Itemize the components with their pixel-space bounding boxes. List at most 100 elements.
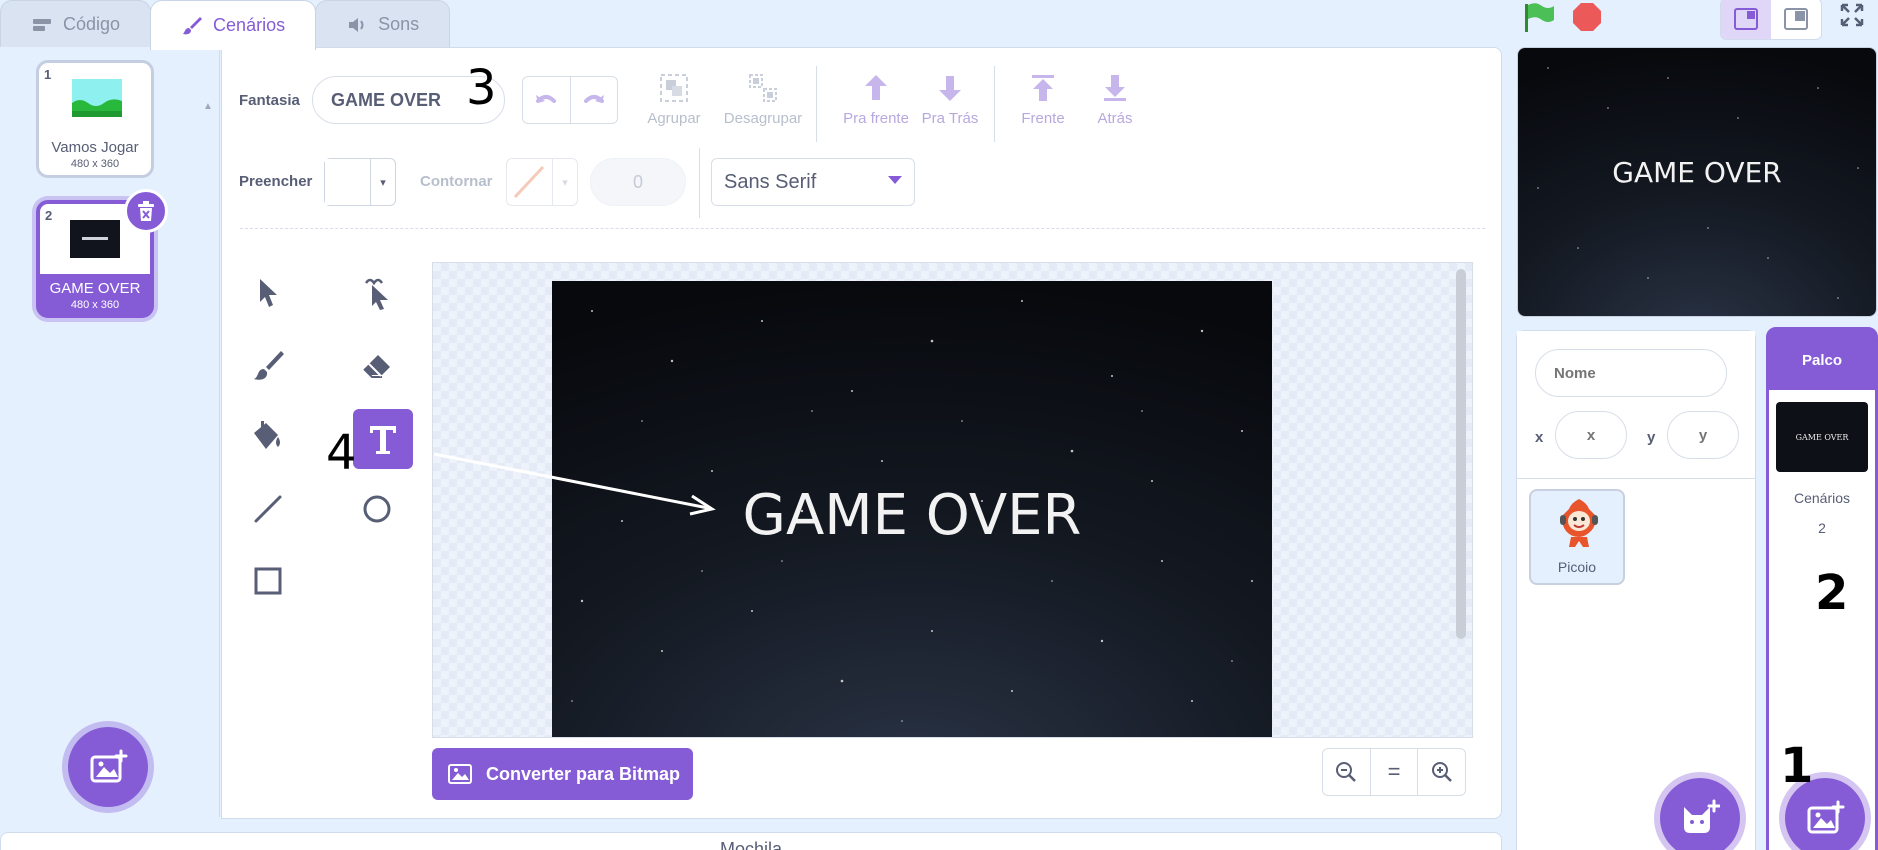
x-position-input[interactable] [1555, 411, 1627, 459]
backward-label: Pra Trás [921, 110, 979, 127]
stop-icon[interactable] [1572, 2, 1602, 32]
zoom-out-button[interactable] [1323, 749, 1370, 795]
sprite-name-input[interactable] [1535, 349, 1727, 397]
y-label: y [1647, 429, 1656, 446]
add-sprite-button[interactable] [1660, 778, 1740, 850]
fullscreen-icon[interactable] [1839, 2, 1865, 28]
backdrop-size: 480 x 360 [70, 299, 120, 311]
no-color-swatch [507, 159, 553, 205]
undo-icon [536, 95, 557, 103]
undo-button[interactable] [523, 77, 570, 123]
dropdown-arrow-icon: ▾ [380, 176, 386, 189]
arrow-up-icon [865, 75, 887, 100]
backdrop-thumbnail [72, 79, 122, 117]
rectangle-icon [254, 567, 282, 595]
sprite-info-panel: x y Picoio [1516, 330, 1756, 850]
backdrops-label: Cenários [1793, 490, 1851, 506]
green-flag-icon[interactable] [1522, 2, 1556, 32]
text-t-icon [370, 426, 396, 454]
front-button[interactable]: Frente [1003, 72, 1083, 127]
convert-to-bitmap-button[interactable]: Converter para Bitmap [432, 748, 693, 800]
tab-sounds[interactable]: Sons [315, 0, 451, 48]
costume-name-label: Fantasia [239, 92, 300, 109]
no-color-icon [513, 165, 545, 199]
code-icon [33, 18, 51, 31]
backward-button[interactable]: Pra Trás [910, 72, 990, 127]
circle-tool[interactable] [346, 478, 408, 540]
sprite-item-picoio[interactable]: Picoio [1529, 489, 1625, 585]
backdrop-name: Vamos Jogar [51, 139, 139, 156]
line-icon [254, 495, 282, 523]
annotation-4: 4 [326, 425, 357, 481]
zoom-reset-button[interactable]: = [1369, 749, 1418, 795]
front-label: Frente [1021, 110, 1065, 127]
trash-icon [138, 201, 154, 221]
backpack-bar[interactable]: Mochila [0, 832, 1502, 850]
outline-color-picker[interactable]: ▾ [506, 158, 578, 206]
font-dropdown-value: Sans Serif [724, 170, 817, 193]
tab-backdrops[interactable]: Cenários [150, 0, 317, 50]
annotation-1: 1 [1780, 738, 1814, 794]
rectangle-tool[interactable] [237, 550, 299, 612]
text-tool[interactable] [353, 409, 413, 469]
zoom-in-button[interactable] [1417, 749, 1465, 795]
undo-redo-group [522, 76, 618, 124]
tab-code-label: Código [63, 14, 121, 34]
image-icon [448, 764, 472, 784]
small-stage-button[interactable] [1721, 0, 1771, 39]
arrow-down-icon [939, 76, 961, 101]
add-backdrop-button[interactable] [68, 727, 148, 807]
select-tool[interactable] [237, 262, 299, 324]
dropdown-arrow-icon: ▾ [562, 176, 568, 189]
delete-backdrop-button[interactable] [124, 189, 168, 233]
tab-backdrops-label: Cenários [213, 15, 286, 35]
brush-tool[interactable] [237, 334, 299, 396]
send-to-back-icon [1104, 75, 1126, 101]
paintbrush-icon [254, 351, 284, 380]
redo-button[interactable] [569, 77, 618, 123]
eraser-icon [363, 355, 390, 378]
stage-size-toggle [1720, 0, 1822, 40]
small-stage-icon [1734, 8, 1758, 30]
add-image-icon [90, 749, 128, 783]
large-stage-button[interactable] [1771, 0, 1821, 39]
sprite-thumbnail [1560, 499, 1598, 547]
reshape-tool[interactable] [346, 262, 408, 324]
backdrop-thumbnail [70, 220, 120, 258]
annotation-3: 3 [466, 60, 497, 116]
group-button[interactable]: Agrupar [634, 72, 714, 127]
zoom-in-icon [1431, 762, 1452, 782]
font-dropdown[interactable]: Sans Serif [711, 158, 915, 206]
eraser-tool[interactable] [346, 334, 408, 396]
x-label: x [1535, 429, 1544, 446]
sprite-name: Picoio [1557, 559, 1597, 575]
zoom-out-icon [1336, 762, 1357, 782]
back-button[interactable]: Atrás [1075, 72, 1155, 127]
redo-icon [583, 95, 604, 103]
outline-label: Contornar [420, 173, 493, 190]
fill-tool[interactable] [237, 406, 299, 468]
forward-label: Pra frente [843, 110, 909, 127]
scroll-up-arrow-icon[interactable]: ▲ [203, 101, 213, 112]
forward-button[interactable]: Pra frente [830, 72, 922, 127]
backdrops-count: 2 [1818, 520, 1826, 536]
ungroup-button[interactable]: Desagrupar [716, 72, 810, 127]
annotation-arrow [433, 452, 716, 516]
tab-sounds-label: Sons [378, 14, 420, 34]
tab-code[interactable]: Código [0, 0, 152, 48]
canvas-scrollbar[interactable] [1456, 269, 1466, 639]
add-sprite-cat-icon [1684, 799, 1720, 833]
annotation-2: 2 [1815, 565, 1849, 621]
paint-bucket-icon [254, 421, 280, 449]
arrow-cursor-icon [260, 279, 277, 307]
stage-game-over-text: GAME OVER [1612, 156, 1782, 189]
outline-width-input[interactable]: 0 [590, 158, 686, 206]
caret-down-icon [888, 176, 902, 184]
stage-preview[interactable]: GAME OVER [1517, 47, 1877, 317]
fill-color-picker[interactable]: ▾ [324, 158, 396, 206]
y-position-input[interactable] [1667, 411, 1739, 459]
backdrop-name: GAME OVER [49, 280, 141, 297]
line-tool[interactable] [237, 478, 299, 540]
backdrop-item-1[interactable]: 1 Vamos Jogar 480 x 360 [36, 60, 154, 178]
convert-to-bitmap-label: Converter para Bitmap [486, 763, 681, 784]
